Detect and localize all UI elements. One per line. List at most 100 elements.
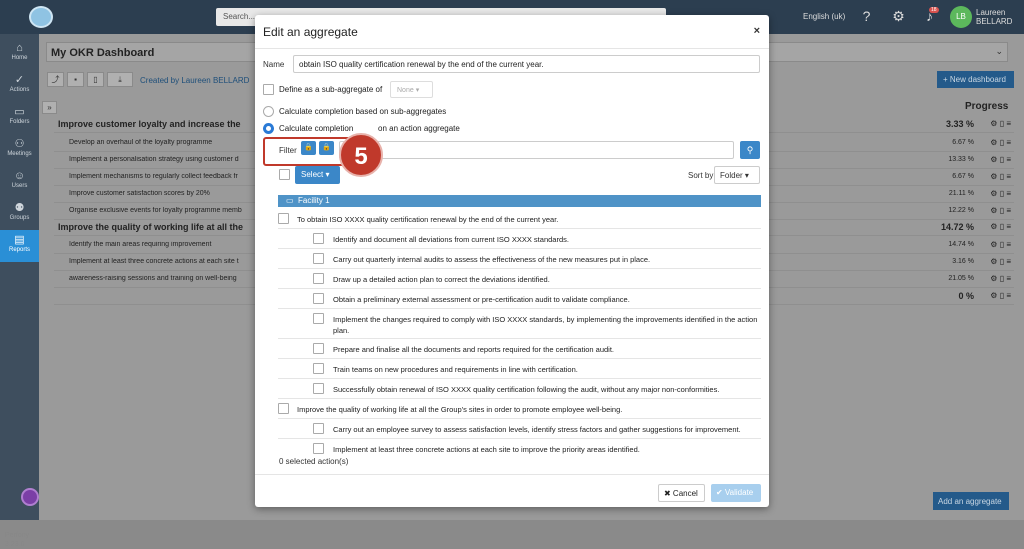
gear-icon[interactable]: ⚙ (990, 189, 997, 198)
drag-handle-icon[interactable]: ≡ (1006, 291, 1011, 300)
trash-icon[interactable]: ▯ (1000, 222, 1004, 231)
cancel-button[interactable]: ✖ Cancel (658, 484, 705, 502)
item-checkbox[interactable] (313, 423, 324, 434)
chat-icon[interactable] (21, 488, 39, 506)
action-item[interactable]: Implement at least three concrete action… (278, 439, 761, 455)
drag-handle-icon[interactable]: ≡ (1006, 155, 1011, 164)
gear-icon[interactable]: ⚙ (990, 274, 997, 283)
user-name[interactable]: Laureen BELLARD (976, 8, 1012, 26)
validate-button[interactable]: ✔ Validate (711, 484, 761, 502)
action-item[interactable]: Successfully obtain renewal of ISO XXXX … (278, 379, 761, 399)
trash-icon[interactable]: ▯ (1000, 291, 1004, 300)
action-item[interactable]: Prepare and finalise all the documents a… (278, 339, 761, 359)
gear-icon[interactable]: ⚙ (990, 172, 997, 181)
row-progress: 6.67 % (952, 173, 974, 180)
action-item[interactable]: Draw up a detailed action plan to correc… (278, 269, 761, 289)
sidebar-item-folders[interactable]: ▭ Folders (0, 102, 39, 134)
trash-icon[interactable]: ▯ (1000, 172, 1004, 181)
drag-handle-icon[interactable]: ≡ (1006, 138, 1011, 147)
meetings-icon: ⚇ (14, 138, 25, 150)
trash-icon[interactable]: ▯ (1000, 189, 1004, 198)
gear-icon[interactable]: ⚙ (990, 240, 997, 249)
filter-input[interactable] (339, 141, 734, 159)
drag-handle-icon[interactable]: ≡ (1006, 222, 1011, 231)
item-checkbox[interactable] (313, 363, 324, 374)
logo-icon[interactable] (29, 6, 53, 28)
gear-icon[interactable]: ⚙ (990, 222, 997, 231)
add-aggregate-button[interactable]: Add an aggregate (933, 492, 1009, 510)
facility-header[interactable]: ▭ Facility 1 (278, 195, 761, 207)
objective-item[interactable]: Improve the quality of working life at a… (278, 399, 761, 419)
expand-icon[interactable]: » (42, 101, 57, 114)
sidebar-item-reports[interactable]: ▤ Reports (0, 230, 39, 262)
save-icon[interactable]: ▪ (67, 72, 84, 87)
radio-sub-aggregates[interactable] (263, 106, 274, 117)
item-checkbox[interactable] (313, 343, 324, 354)
sidebar-item-label: Reports (8, 247, 30, 253)
gear-icon[interactable]: ⚙ (891, 9, 906, 24)
item-checkbox[interactable] (313, 273, 324, 284)
gear-icon[interactable]: ⚙ (990, 291, 997, 300)
gear-icon[interactable]: ⚙ (990, 257, 997, 266)
action-item[interactable]: Train teams on new procedures and requir… (278, 359, 761, 379)
item-checkbox[interactable] (313, 233, 324, 244)
trash-icon[interactable]: ▯ (1000, 206, 1004, 215)
item-checkbox[interactable] (278, 213, 289, 224)
row-progress: 0 % (958, 291, 974, 301)
help-icon[interactable]: ? (859, 9, 874, 24)
drag-handle-icon[interactable]: ≡ (1006, 257, 1011, 266)
gear-icon[interactable]: ⚙ (990, 206, 997, 215)
sidebar-item-groups[interactable]: ⚉ Groups (0, 198, 39, 230)
drag-handle-icon[interactable]: ≡ (1006, 119, 1011, 128)
sidebar-item-users[interactable]: ☺ Users (0, 166, 39, 198)
sub-aggregate-select[interactable]: None ▾ (390, 81, 433, 98)
sort-select[interactable]: Folder ▾ (714, 166, 760, 184)
drag-handle-icon[interactable]: ≡ (1006, 172, 1011, 181)
item-checkbox[interactable] (313, 313, 324, 324)
item-checkbox[interactable] (313, 383, 324, 394)
trash-icon[interactable]: ▯ (1000, 274, 1004, 283)
drag-handle-icon[interactable]: ≡ (1006, 189, 1011, 198)
search-icon[interactable]: ⚲ (740, 141, 760, 159)
share-icon[interactable]: ⤴ (47, 72, 64, 87)
trash-icon[interactable]: ▯ (1000, 155, 1004, 164)
sub-aggregate-checkbox[interactable] (263, 84, 274, 95)
download-icon[interactable]: ⤓ (107, 72, 133, 87)
action-item[interactable]: Carry out quarterly internal audits to a… (278, 249, 761, 269)
radio-action-label-end: on an action aggregate (378, 124, 460, 133)
new-dashboard-button[interactable]: + New dashboard (937, 71, 1014, 88)
select-all-checkbox[interactable] (279, 169, 290, 180)
item-checkbox[interactable] (313, 443, 324, 454)
avatar[interactable]: LB (950, 6, 972, 28)
trash-icon[interactable]: ▯ (1000, 257, 1004, 266)
action-item[interactable]: Obtain a preliminary external assessment… (278, 289, 761, 309)
language-selector[interactable]: English (uk) (803, 12, 845, 21)
sidebar-item-meetings[interactable]: ⚇ Meetings (0, 134, 39, 166)
sidebar-item-home[interactable]: ⌂ Home (0, 38, 39, 70)
gear-icon[interactable]: ⚙ (990, 119, 997, 128)
gear-icon[interactable]: ⚙ (990, 138, 997, 147)
select-dropdown-button[interactable]: Select ▾ (295, 166, 340, 184)
radio-action-aggregate[interactable] (263, 123, 274, 134)
gear-icon[interactable]: ⚙ (990, 155, 997, 164)
action-item[interactable]: Carry out an employee survey to assess s… (278, 419, 761, 439)
close-icon[interactable]: × (754, 25, 760, 37)
item-checkbox[interactable] (313, 253, 324, 264)
trash-icon[interactable]: ▯ (87, 72, 104, 87)
trash-icon[interactable]: ▯ (1000, 138, 1004, 147)
action-list[interactable]: ▭ Facility 1 To obtain ISO XXXX quality … (278, 193, 761, 455)
drag-handle-icon[interactable]: ≡ (1006, 240, 1011, 249)
name-input[interactable]: obtain ISO quality certification renewal… (293, 55, 760, 73)
item-checkbox[interactable] (313, 293, 324, 304)
action-item[interactable]: Implement the changes required to comply… (278, 309, 761, 339)
drag-handle-icon[interactable]: ≡ (1006, 274, 1011, 283)
drag-handle-icon[interactable]: ≡ (1006, 206, 1011, 215)
sub-aggregate-label: Define as a sub-aggregate of (279, 85, 383, 94)
objective-item[interactable]: To obtain ISO XXXX quality certification… (278, 209, 761, 229)
action-item[interactable]: Identify and document all deviations fro… (278, 229, 761, 249)
trash-icon[interactable]: ▯ (1000, 119, 1004, 128)
sidebar-item-label: Meetings (7, 151, 32, 157)
sidebar-item-actions[interactable]: ✓ Actions (0, 70, 39, 102)
trash-icon[interactable]: ▯ (1000, 240, 1004, 249)
item-checkbox[interactable] (278, 403, 289, 414)
